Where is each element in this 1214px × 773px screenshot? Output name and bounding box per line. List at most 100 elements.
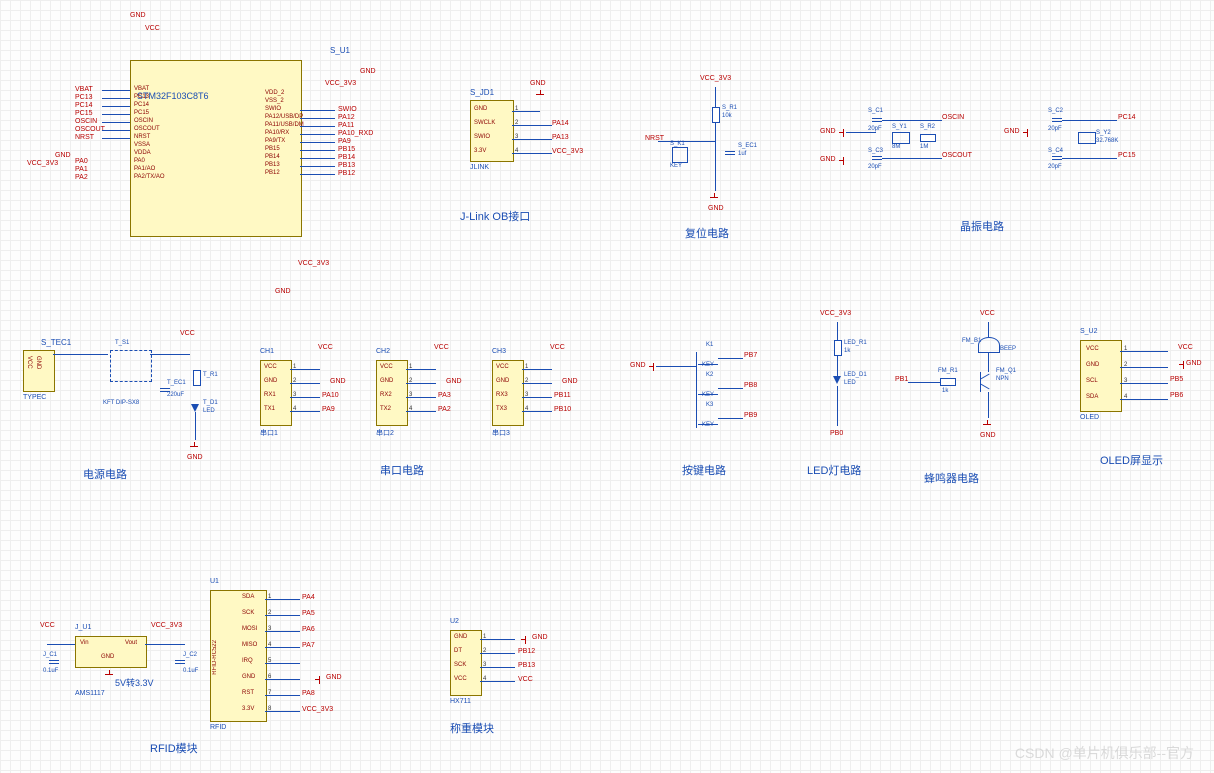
ref: T_R1 [203, 372, 218, 378]
part: KFT DIP-SX8 [103, 400, 139, 406]
pin: GND [101, 654, 114, 660]
net: OSCOUT [942, 152, 972, 159]
net: GND [1004, 128, 1020, 135]
net: SWIO [338, 106, 357, 113]
pin: RX2 [380, 392, 392, 398]
led-title: LED灯电路 [807, 462, 861, 478]
pin: PB14 [265, 154, 280, 160]
gnd-icon [839, 155, 847, 165]
net: VCC [1178, 344, 1193, 351]
net: GND [980, 432, 996, 439]
val: 20pF [868, 164, 882, 170]
pin: PB13 [265, 162, 280, 168]
net: GND [446, 378, 462, 385]
net: GND [330, 378, 346, 385]
net: GND [630, 362, 646, 369]
net: PA11 [338, 122, 354, 129]
net: GND [820, 156, 836, 163]
pin: PC13 [134, 94, 149, 100]
part: RFID-RC522 [212, 640, 218, 675]
pin: SCK [454, 662, 466, 668]
reset-block: VCC_3V3 S_R1 10k NRST S_K1 KEY S_EC1 1uf… [650, 75, 770, 235]
oled-block: S_U2 VCC GND SCL SDA 1234 VCC GND PB5 PB… [1060, 330, 1205, 470]
val: 20pF [868, 126, 882, 132]
pin: GND [454, 634, 467, 640]
resistor [834, 340, 842, 356]
net: NRST [75, 134, 94, 141]
net: PA9 [338, 138, 351, 145]
mcu-bot-strip [160, 235, 280, 265]
pin: SWCLK [474, 120, 495, 126]
val: 1k [844, 348, 850, 354]
net: PA0 [75, 158, 88, 165]
ref: T_EC1 [167, 380, 186, 386]
val: 10k [722, 113, 732, 119]
net: PB0 [830, 430, 843, 437]
pin: Vin [80, 640, 89, 646]
net: VCC [318, 344, 333, 351]
net: OSCIN [75, 118, 97, 125]
ref: CH3 [492, 348, 506, 355]
val: 20pF [1048, 126, 1062, 132]
watermark: CSDN @单片机俱乐部--官方 [1015, 743, 1194, 763]
pin: GND [380, 378, 393, 384]
net: VCC [550, 344, 565, 351]
gnd-icon [105, 670, 115, 678]
net: PB13 [338, 162, 355, 169]
net: GND [187, 454, 203, 461]
val: NPN [996, 376, 1009, 382]
uart-block: CH1 VCC GND RX1 TX1 1234 VCC GND PA10 PA… [250, 350, 610, 480]
net: PB9 [744, 412, 757, 419]
label: 串口3 [492, 428, 510, 438]
jlink-part: JLINK [470, 164, 489, 171]
reset-title: 复位电路 [685, 225, 729, 241]
rfid-ic [210, 590, 267, 722]
net: PA13 [552, 134, 569, 141]
ref: K1 [706, 342, 713, 348]
net: PB6 [1170, 392, 1183, 399]
pin: GND [474, 106, 487, 112]
pin: PA9/TX [265, 138, 285, 144]
ref: K2 [706, 372, 713, 378]
pin: PA1/AO [134, 166, 155, 172]
pin: NRST [134, 134, 150, 140]
gnd-icon [190, 442, 200, 450]
buzz-block: VCC FM_B1 BEEP FM_Q1 NPN FM_R1 1k PB1 GN… [900, 310, 1030, 490]
led-block: VCC_3V3 LED_R1 1k LED_D1 LED PB0 LED灯电路 [812, 310, 892, 485]
pin: TX1 [264, 406, 275, 412]
pin: VCC [1086, 346, 1099, 352]
net: PB12 [338, 170, 355, 177]
net: GND [530, 80, 546, 87]
capacitor [49, 660, 59, 661]
crystal [1078, 132, 1096, 144]
ref: S_C3 [868, 148, 883, 154]
buzz-title: 蜂鸣器电路 [924, 470, 979, 486]
net: VCC_3V3 [820, 310, 851, 317]
ref: J_C2 [183, 652, 197, 658]
xtal-title: 晶振电路 [960, 218, 1004, 234]
ref: J_C1 [43, 652, 57, 658]
val: 1k [942, 388, 948, 394]
net: PA3 [438, 392, 451, 399]
net: PA12 [338, 114, 355, 121]
net: VCC_3V3 [27, 160, 58, 167]
net: GND [275, 288, 291, 295]
mcu-block: STM32F103C8T6 S_U1 VBAT PC13 PC14 PC15 O… [60, 10, 380, 300]
pin: MISO [242, 642, 257, 648]
xtal-block: GND S_C1 20pF OSCIN S_Y1 8M S_R2 1M S_C3… [820, 100, 1160, 240]
ldo-block: J_U1 Vin Vout GND VCC VCC_3V3 J_C1 0.1uF… [35, 620, 205, 720]
net: GND [562, 378, 578, 385]
keys-title: 按键电路 [682, 462, 726, 478]
ref: FM_Q1 [996, 368, 1016, 374]
ref: J_U1 [75, 624, 91, 631]
ref: S_R1 [722, 105, 737, 111]
pin: VCC [26, 356, 32, 369]
net: GND [360, 68, 376, 75]
jlink-block: S_JD1 GND SWCLK SWIO 3.3V 1 2 3 4 GND PA… [460, 80, 600, 220]
pin: TX3 [496, 406, 507, 412]
net: PA2 [438, 406, 451, 413]
ref: S_C1 [868, 108, 883, 114]
net: PB11 [554, 392, 571, 399]
gnd-icon [315, 674, 323, 684]
ref: S_U2 [1080, 328, 1098, 335]
